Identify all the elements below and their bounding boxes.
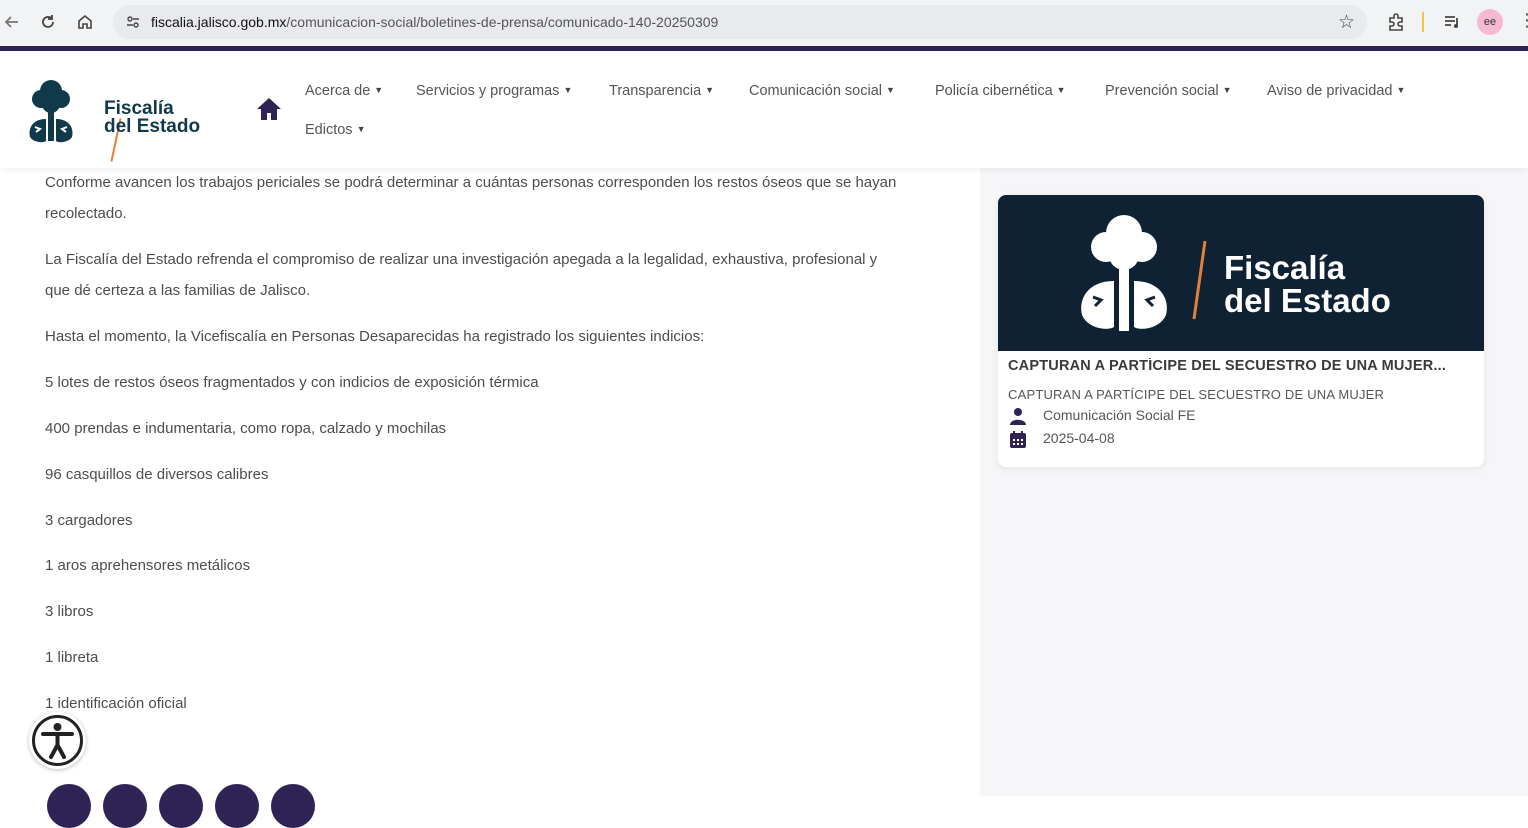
nav-transparencia[interactable]: Transparencia ▼ <box>609 83 714 99</box>
news-card[interactable]: Fiscalía del Estado CAPTURAN A PARTÍCIPE… <box>998 195 1484 467</box>
logo-tree-icon <box>29 80 73 143</box>
evidence-item: 5 lotes de restos óseos fragmentados y c… <box>45 374 539 391</box>
caret-down-icon: ▼ <box>356 124 366 134</box>
share-button[interactable] <box>271 784 315 828</box>
extensions-icon[interactable] <box>1384 10 1408 34</box>
caret-down-icon: ▼ <box>374 85 384 95</box>
news-card-date: 2025-04-08 <box>1043 430 1115 446</box>
url-host: fiscalia.jalisco.gob.mx <box>151 14 287 30</box>
article-paragraph: Conforme avancen los trabajos periciales… <box>45 174 897 222</box>
caret-down-icon: ▼ <box>705 85 715 95</box>
nav-label: Acerca de <box>305 83 371 99</box>
nav-comunicacion-social[interactable]: Comunicación social ▼ <box>749 83 895 99</box>
nav-label: Prevención social <box>1105 83 1219 99</box>
logo-wordmark: Fiscalía del Estado <box>104 99 201 137</box>
media-controls-icon[interactable] <box>1440 10 1464 34</box>
nav-policia-cibernetica[interactable]: Policía cibernética ▼ <box>935 83 1066 99</box>
nav-servicios[interactable]: Servicios y programas ▼ <box>416 83 572 99</box>
home-icon[interactable] <box>73 10 97 34</box>
card-image-wordmark: Fiscalía del Estado <box>1224 251 1391 317</box>
nav-label: Policía cibernética <box>935 83 1053 99</box>
news-card-author: Comunicación Social FE <box>1043 407 1196 423</box>
site-logo[interactable]: Fiscalía del Estado <box>26 75 216 162</box>
caret-down-icon: ▼ <box>563 85 573 95</box>
news-card-title[interactable]: CAPTURAN A PARTÍCIPE DEL SECUESTRO DE UN… <box>1008 358 1476 374</box>
nav-edictos[interactable]: Edictos ▼ <box>305 122 365 138</box>
site-settings-icon[interactable] <box>123 12 143 32</box>
reload-icon[interactable] <box>36 10 60 34</box>
caret-down-icon: ▼ <box>1396 85 1406 95</box>
caret-down-icon: ▼ <box>1056 85 1066 95</box>
profile-initials: ee <box>1483 16 1497 28</box>
profile-avatar[interactable]: ee <box>1477 9 1503 35</box>
caret-down-icon: ▼ <box>885 85 895 95</box>
address-bar[interactable]: fiscalia.jalisco.gob.mx/comunicacion-soc… <box>113 5 1367 39</box>
evidence-item: 1 libreta <box>45 649 99 666</box>
url-path: /comunicacion-social/boletines-de-prensa… <box>286 14 719 30</box>
nav-label: Transparencia <box>609 83 702 99</box>
article-paragraph: Hasta el momento, la Vicefiscalía en Per… <box>45 328 705 345</box>
news-card-image[interactable]: Fiscalía del Estado <box>998 195 1484 351</box>
caret-down-icon: ▼ <box>1222 85 1232 95</box>
evidence-item: 1 aros aprehensores metálicos <box>45 557 251 574</box>
share-button[interactable] <box>159 784 203 828</box>
evidence-item: 400 prendas e indumentaria, como ropa, c… <box>45 420 447 437</box>
share-button[interactable] <box>47 784 91 828</box>
accessibility-button[interactable] <box>29 712 86 769</box>
share-button[interactable] <box>215 784 259 828</box>
nav-label: Comunicación social <box>749 83 882 99</box>
star-icon[interactable]: ☆ <box>1338 11 1355 34</box>
nav-prevencion-social[interactable]: Prevención social ▼ <box>1105 83 1232 99</box>
card-image-line1: Fiscalía <box>1224 249 1346 286</box>
accessibility-icon <box>32 715 83 766</box>
nav-label: Servicios y programas <box>416 83 560 99</box>
calendar-icon <box>1009 430 1027 448</box>
nav-aviso-privacidad[interactable]: Aviso de privacidad ▼ <box>1267 83 1405 99</box>
menu-icon[interactable]: ⋮ <box>1518 10 1528 31</box>
evidence-item: 96 casquillos de diversos calibres <box>45 466 269 483</box>
logo-line2: del Estado <box>104 116 201 137</box>
evidence-item: 3 libros <box>45 603 94 620</box>
article-paragraph: La Fiscalía del Estado refrenda el compr… <box>45 251 878 299</box>
url-text[interactable]: fiscalia.jalisco.gob.mx/comunicacion-soc… <box>151 14 718 30</box>
browser-toolbar: fiscalia.jalisco.gob.mx/comunicacion-soc… <box>0 0 1528 46</box>
toolbar-divider <box>1422 12 1424 32</box>
share-button[interactable] <box>103 784 147 828</box>
nav-label: Edictos <box>305 122 353 138</box>
nav-acerca-de[interactable]: Acerca de ▼ <box>305 83 383 99</box>
user-icon <box>1009 407 1027 425</box>
card-image-line2: del Estado <box>1224 282 1391 319</box>
nav-label: Aviso de privacidad <box>1267 83 1393 99</box>
home-nav-icon[interactable] <box>256 97 282 121</box>
evidence-item: 3 cargadores <box>45 512 133 529</box>
back-icon[interactable] <box>0 10 24 34</box>
news-card-subtitle: CAPTURAN A PARTÍCIPE DEL SECUESTRO DE UN… <box>1008 387 1385 402</box>
site-header: Fiscalía del Estado Acerca de ▼ Servicios… <box>0 51 1528 168</box>
evidence-item: 1 identificación oficial <box>45 695 187 712</box>
